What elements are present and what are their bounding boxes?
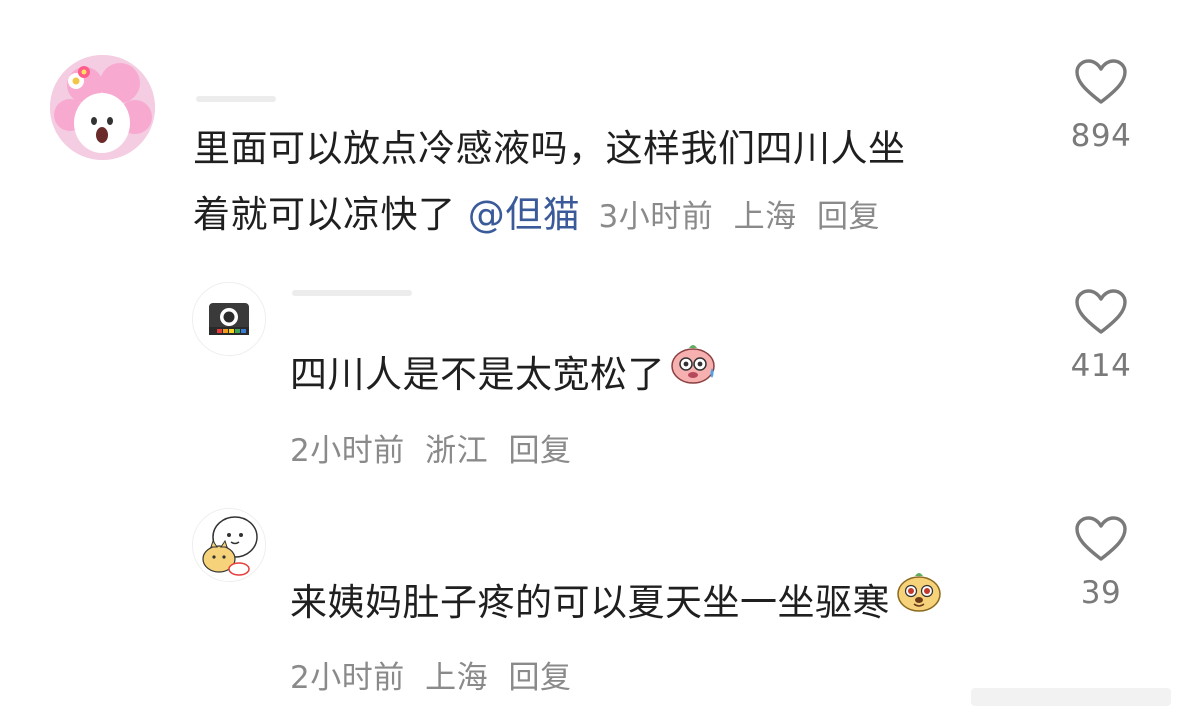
comment-text: 里面可以放点冷感液吗，这样我们四川人坐 着就可以凉快了 @但猫 3小时前 上海 … [193, 116, 1013, 250]
sweat-emoji-icon [669, 338, 719, 407]
comment-text: 四川人是不是太宽松了 [290, 342, 719, 408]
comment-text-line1: 里面可以放点冷感液吗，这样我们四川人坐 [193, 127, 906, 170]
heart-icon [1075, 59, 1127, 104]
comment-time: 2小时前 [290, 433, 405, 469]
comment-location: 上海 [425, 660, 489, 696]
like-count: 39 [1080, 575, 1122, 611]
avatar[interactable] [50, 55, 155, 160]
comment-time: 2小时前 [290, 660, 405, 696]
comment-meta: 2小时前 上海 回复 [290, 652, 581, 697]
reply-button[interactable]: 回复 [508, 433, 571, 469]
avatar[interactable] [192, 282, 266, 356]
comment-location: 浙江 [425, 433, 489, 469]
dog-emoji-icon [894, 566, 944, 635]
like-button[interactable]: 414 [1056, 288, 1146, 384]
watermark [971, 684, 1171, 714]
like-count: 414 [1070, 348, 1132, 384]
like-button[interactable]: 894 [1056, 58, 1146, 154]
comment-thread: 里面可以放点冷感液吗，这样我们四川人坐 着就可以凉快了 @但猫 3小时前 上海 … [0, 0, 1179, 720]
cartoon-cat-avatar-icon [193, 509, 265, 581]
username-redacted [196, 96, 276, 102]
pink-sheep-avatar-icon [50, 55, 155, 160]
heart-icon [1075, 516, 1127, 561]
like-count: 894 [1070, 118, 1132, 154]
username-redacted [292, 290, 412, 296]
like-button[interactable]: 39 [1056, 515, 1146, 611]
mention-link[interactable]: @但猫 [468, 193, 581, 236]
comment-meta: 2小时前 浙江 回复 [290, 425, 581, 470]
camera-avatar-icon [193, 283, 265, 355]
comment-text: 来姨妈肚子疼的可以夏天坐一坐驱寒 [290, 570, 944, 636]
reply-button[interactable]: 回复 [817, 199, 880, 235]
comment-text-line2: 着就可以凉快了 [193, 193, 456, 236]
comment-location: 上海 [733, 199, 797, 235]
heart-icon [1075, 289, 1127, 334]
reply-button[interactable]: 回复 [508, 660, 571, 696]
comment-time: 3小时前 [598, 199, 714, 235]
avatar[interactable] [192, 508, 266, 582]
